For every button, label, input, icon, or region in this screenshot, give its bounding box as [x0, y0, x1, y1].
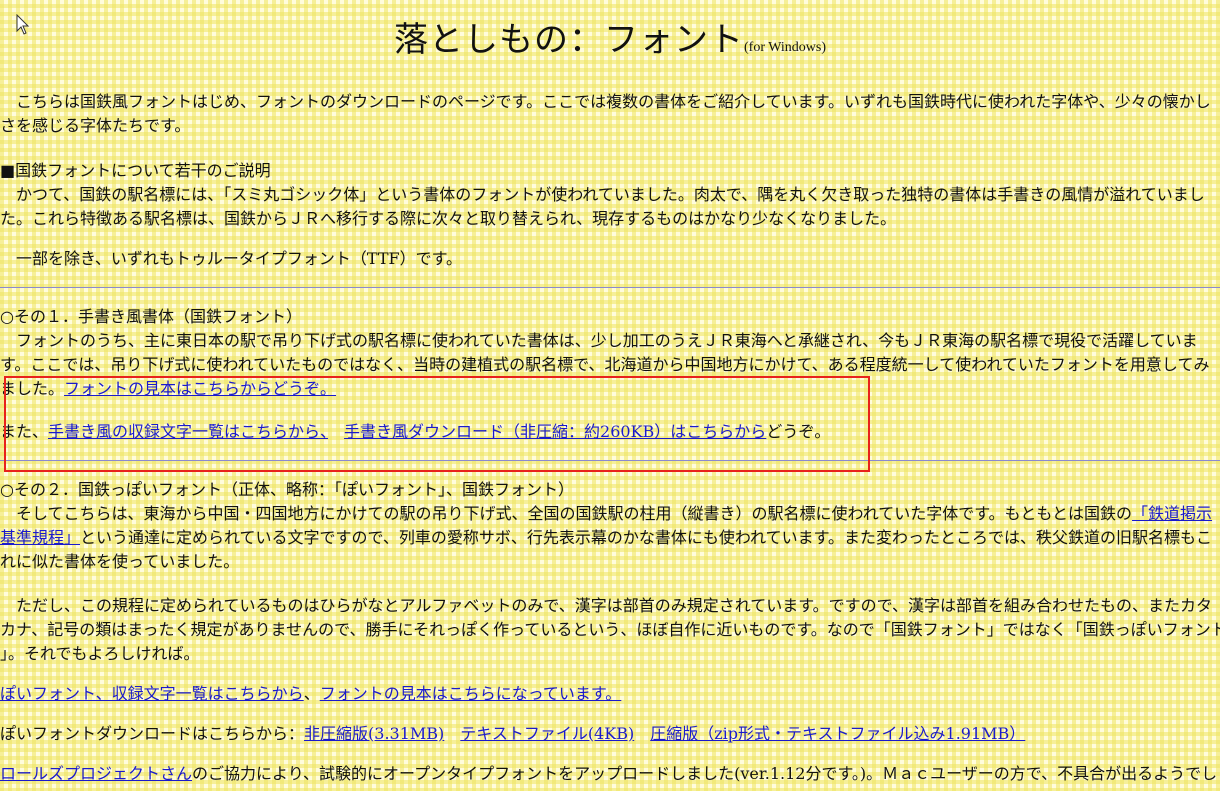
- section2-links-row: ぽいフォント、収録文字一覧はこちらから、フォントの見本はこちらになっています。: [0, 682, 1220, 706]
- rule-link-part1[interactable]: 「鉄道掲示: [1132, 504, 1212, 523]
- poi-download-text-link[interactable]: テキストファイル(4KB): [460, 724, 634, 743]
- section1-heading: ○その１．手書き風書体（国鉄フォント）: [0, 307, 302, 326]
- title-subtitle: (for Windows): [744, 40, 826, 55]
- section2-line: 」。それでもよろしければ。: [0, 644, 200, 663]
- section2-line: れに似た書体を使っていました。: [0, 552, 240, 571]
- section2-line: カナ、記号の類はまったく規定がありませんので、勝手にそれっぽく作っているという、…: [0, 620, 1220, 639]
- ttf-note-text: 一部を除き、いずれもトゥルータイプフォント（TTF）です。: [0, 249, 463, 268]
- section2-paragraph2: ただし、この規程に定められているものはひらがなとアルファベットのみで、漢字は部首…: [0, 594, 1220, 666]
- rule-link-part2[interactable]: 基準規程」: [0, 528, 80, 547]
- section2-text: そしてこちらは、東海から中国・四国地方にかけての駅の吊り下げ式、全国の国鉄駅の柱…: [0, 504, 1133, 523]
- section2-line: そしてこちらは、東海から中国・四国地方にかけての駅の吊り下げ式、全国の国鉄駅の柱…: [0, 502, 1220, 526]
- otf-note-text: のご協力により、試験的にオープンタイプフォントをアップロードしました(ver.1…: [192, 764, 1218, 783]
- section2-line: ただし、この規程に定められているものはひらがなとアルファベットのみで、漢字は部首…: [0, 596, 1213, 615]
- about-line: た。これら特徴ある駅名標は、国鉄からＪＲへ移行する際に次々と取り替えられ、現存す…: [0, 209, 897, 228]
- about-section: ■国鉄フォントについて若干のご説明 かつて、国鉄の駅名標には、「スミ丸ゴシック体…: [0, 159, 1220, 231]
- rolls-project-link[interactable]: ロールズプロジェクトさん: [0, 764, 192, 783]
- poi-download-zip-link[interactable]: 圧縮版（zip形式・テキストファイル込み1.91MB）: [650, 724, 1025, 743]
- intro-line: さを感じる字体たちです。: [0, 116, 191, 135]
- section2: ○その２．国鉄っぽいフォント（正体、略称：「ぽいフォント」、国鉄フォント） そし…: [0, 478, 1220, 574]
- section2-heading: ○その２．国鉄っぽいフォント（正体、略称：「ぽいフォント」、国鉄フォント）: [0, 480, 574, 499]
- divider: [0, 287, 1220, 288]
- section2-text: という通達に定められている文字ですので、列車の愛称サボ、行先表示幕のかな書体にも…: [80, 528, 1213, 547]
- section2-line: 基準規程」という通達に定められている文字ですので、列車の愛称サボ、行先表示幕のか…: [0, 526, 1220, 550]
- section2-download-row: ぽいフォントダウンロードはこちらから：非圧縮版(3.31MB) テキストファイル…: [0, 722, 1220, 746]
- about-heading: ■国鉄フォントについて若干のご説明: [0, 161, 271, 180]
- title-text: 落としもの：フォント: [394, 20, 744, 60]
- intro-line: こちらは国鉄風フォントはじめ、フォントのダウンロードのページです。ここでは複数の…: [0, 92, 1211, 111]
- poi-download-uncompressed-link[interactable]: 非圧縮版(3.31MB): [304, 724, 444, 743]
- ttf-note: 一部を除き、いずれもトゥルータイプフォント（TTF）です。: [0, 247, 1220, 271]
- section1-line: フォントのうち、主に東日本の駅で吊り下げ式の駅名標に使われていた書体は、少し加工…: [0, 331, 1198, 350]
- section1-line: す。ここでは、吊り下げ式に使われていたものではなく、当時の建植式の駅名標で、北海…: [0, 355, 1210, 374]
- poi-sample-link[interactable]: フォントの見本はこちらになっています。: [320, 684, 622, 703]
- intro-paragraph: こちらは国鉄風フォントはじめ、フォントのダウンロードのページです。ここでは複数の…: [0, 90, 1220, 138]
- page-title: 落としもの：フォント(for Windows): [0, 23, 1220, 60]
- about-line: かつて、国鉄の駅名標には、「スミ丸ゴシック体」という書体のフォントが使われていま…: [0, 185, 1205, 204]
- links-separator: 、: [303, 684, 320, 703]
- poi-download-prefix: ぽいフォントダウンロードはこちらから：: [0, 724, 305, 743]
- poi-charlist-link[interactable]: ぽいフォント、収録文字一覧はこちらから: [0, 684, 304, 703]
- section2-otf-row: ロールズプロジェクトさんのご協力により、試験的にオープンタイプフォントをアップロ…: [0, 762, 1220, 786]
- highlight-box: [4, 376, 870, 472]
